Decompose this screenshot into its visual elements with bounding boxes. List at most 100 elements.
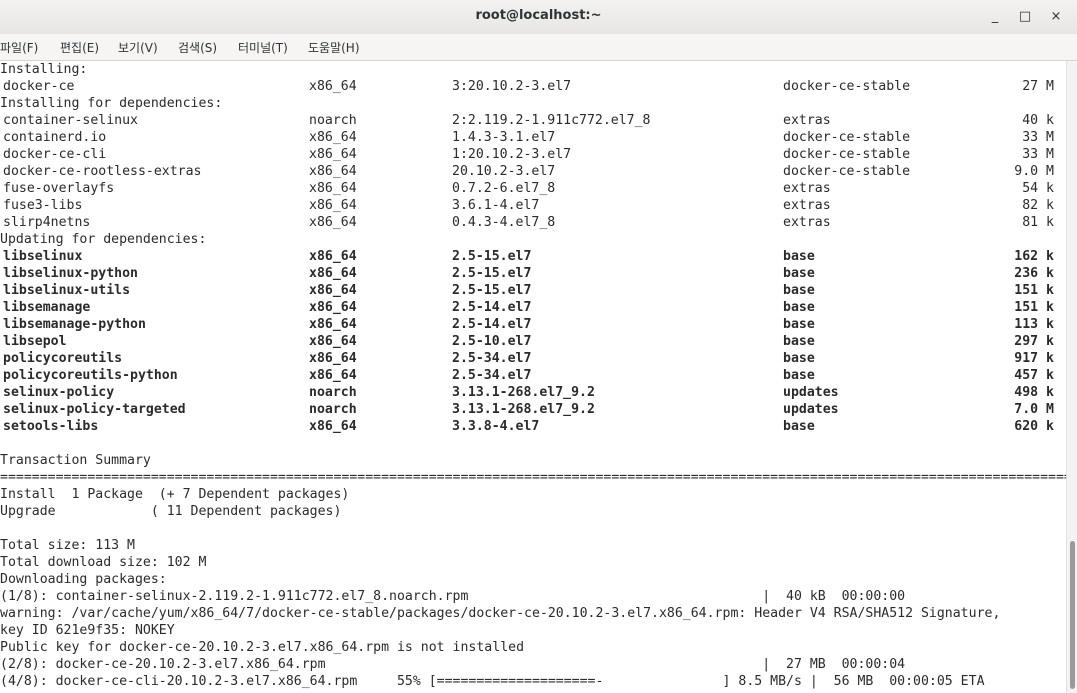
maximize-button[interactable]: □ xyxy=(1014,6,1036,28)
package-size: 7.0 M xyxy=(1014,402,1054,417)
package-name: fuse3-libs xyxy=(3,198,83,213)
menu-file[interactable]: 파일(F) xyxy=(0,39,38,56)
summary-title: Transaction Summary xyxy=(0,453,151,468)
package-size: 54 k xyxy=(1022,181,1054,196)
output-line: Downloading packages: xyxy=(0,572,167,587)
output-line: Total download size: 102 M xyxy=(0,555,207,570)
package-arch: x86_64 xyxy=(309,130,357,145)
package-version: 0.4.3-4.el7_8 xyxy=(452,215,556,230)
package-name: containerd.io xyxy=(3,130,107,145)
package-row: containerd.io x86_64 1.4.3-3.1.el7 docker-c… xyxy=(0,129,1058,146)
package-name: setools-libs xyxy=(3,419,99,434)
package-row: container-selinux noarch 2:2.119.2-1.911c7… xyxy=(0,112,1058,129)
package-name: libsepol xyxy=(3,334,67,349)
package-name: docker-ce-cli xyxy=(3,147,107,162)
output-line: (4/8): docker-ce-cli-20.10.2-3.el7.x86_6… xyxy=(0,674,985,689)
package-repo: docker-ce-stable xyxy=(783,147,911,162)
package-name: libselinux-python xyxy=(3,266,138,281)
menu-edit[interactable]: 편집(E) xyxy=(60,39,99,56)
package-arch: x86_64 xyxy=(309,266,357,281)
package-version: 2.5-34.el7 xyxy=(452,351,532,366)
package-size: 113 k xyxy=(1014,317,1054,332)
package-size: 162 k xyxy=(1014,249,1054,264)
package-arch: noarch xyxy=(309,113,357,128)
output-line: key ID 621e9f35: NOKEY xyxy=(0,623,175,638)
package-row: libselinux-utils x86_64 2.5-15.el7 base 151 … xyxy=(0,282,1058,299)
package-repo: base xyxy=(783,317,815,332)
package-arch: x86_64 xyxy=(309,164,357,179)
package-repo: base xyxy=(783,334,815,349)
package-arch: x86_64 xyxy=(309,419,357,434)
package-version: 0.7.2-6.el7_8 xyxy=(452,181,556,196)
package-name: slirp4netns xyxy=(3,215,91,230)
package-arch: x86_64 xyxy=(309,317,357,332)
package-arch: x86_64 xyxy=(309,79,357,94)
package-repo: extras xyxy=(783,215,831,230)
package-repo: extras xyxy=(783,198,831,213)
package-arch: x86_64 xyxy=(309,181,357,196)
package-row: setools-libs x86_64 3.3.8-4.el7 base 620 k xyxy=(0,418,1058,435)
package-name: selinux-policy-targeted xyxy=(3,402,186,417)
package-version: 2.5-14.el7 xyxy=(452,300,532,315)
package-row: slirp4netns x86_64 0.4.3-4.el7_8 extras 81 k xyxy=(0,214,1058,231)
package-size: 27 M xyxy=(1022,79,1054,94)
package-row: policycoreutils-python x86_64 2.5-34.el7 ba… xyxy=(0,367,1058,384)
package-size: 33 M xyxy=(1022,147,1054,162)
section-header: Installing: xyxy=(0,62,88,77)
section-header: Updating for dependencies: xyxy=(0,232,207,247)
package-name: libsemanage-python xyxy=(3,317,146,332)
package-version: 3.3.8-4.el7 xyxy=(452,419,540,434)
menu-view[interactable]: 보기(V) xyxy=(118,39,158,56)
terminal-window: root@localhost:~ _ □ × 파일(F) 편집(E) 보기(V)… xyxy=(0,0,1077,693)
package-version: 1.4.3-3.1.el7 xyxy=(452,130,556,145)
package-version: 2.5-14.el7 xyxy=(452,317,532,332)
package-size: 498 k xyxy=(1014,385,1054,400)
output-line: Total size: 113 M xyxy=(0,538,135,553)
package-size: 620 k xyxy=(1014,419,1054,434)
menu-bar: 파일(F) 편집(E) 보기(V) 검색(S) 터미널(T) 도움말(H) xyxy=(0,34,1077,61)
package-repo: docker-ce-stable xyxy=(783,130,911,145)
package-row: fuse3-libs x86_64 3.6.1-4.el7 extras 82 k xyxy=(0,197,1058,214)
minimize-button[interactable]: _ xyxy=(984,6,1006,28)
package-name: selinux-policy xyxy=(3,385,115,400)
scrollbar[interactable] xyxy=(1066,61,1077,693)
package-repo: base xyxy=(783,419,815,434)
output-line: Install 1 Package (+ 7 Dependent package… xyxy=(0,487,350,502)
package-arch: x86_64 xyxy=(309,351,357,366)
menu-terminal[interactable]: 터미널(T) xyxy=(238,39,288,56)
menu-help[interactable]: 도움말(H) xyxy=(308,39,360,56)
separator: ========================================… xyxy=(0,470,1066,485)
package-name: fuse-overlayfs xyxy=(3,181,115,196)
package-repo: base xyxy=(783,368,815,383)
package-arch: x86_64 xyxy=(309,198,357,213)
package-name: docker-ce xyxy=(3,79,75,94)
package-size: 33 M xyxy=(1022,130,1054,145)
package-size: 81 k xyxy=(1022,215,1054,230)
close-button[interactable]: × xyxy=(1045,6,1067,28)
package-arch: noarch xyxy=(309,385,357,400)
package-version: 2.5-15.el7 xyxy=(452,266,532,281)
package-name: policycoreutils-python xyxy=(3,368,178,383)
package-repo: base xyxy=(783,300,815,315)
package-row: selinux-policy-targeted noarch 3.13.1-268.… xyxy=(0,401,1058,418)
section-header: Installing for dependencies: xyxy=(0,96,223,111)
menu-search[interactable]: 검색(S) xyxy=(178,39,217,56)
package-repo: extras xyxy=(783,181,831,196)
package-arch: x86_64 xyxy=(309,283,357,298)
package-size: 40 k xyxy=(1022,113,1054,128)
package-row: docker-ce-cli x86_64 1:20.10.2-3.el7 docker… xyxy=(0,146,1058,163)
scrollbar-thumb[interactable] xyxy=(1070,541,1075,689)
package-arch: noarch xyxy=(309,402,357,417)
package-name: libselinux-utils xyxy=(3,283,131,298)
package-version: 3.13.1-268.el7_9.2 xyxy=(452,385,595,400)
package-name: policycoreutils xyxy=(3,351,123,366)
package-version: 2.5-34.el7 xyxy=(452,368,532,383)
window-title: root@localhost:~ xyxy=(475,8,602,23)
package-version: 3.6.1-4.el7 xyxy=(452,198,540,213)
package-row: libselinux-python x86_64 2.5-15.el7 base 236… xyxy=(0,265,1058,282)
package-row: policycoreutils x86_64 2.5-34.el7 base 917 k xyxy=(0,350,1058,367)
output-line: Public key for docker-ce-20.10.2-3.el7.x… xyxy=(0,640,525,655)
terminal-output[interactable]: Installing: docker-ce x86_64 3:20.10.2-3.el… xyxy=(0,61,1066,693)
package-version: 20.10.2-3.el7 xyxy=(452,164,556,179)
package-version: 1:20.10.2-3.el7 xyxy=(452,147,572,162)
